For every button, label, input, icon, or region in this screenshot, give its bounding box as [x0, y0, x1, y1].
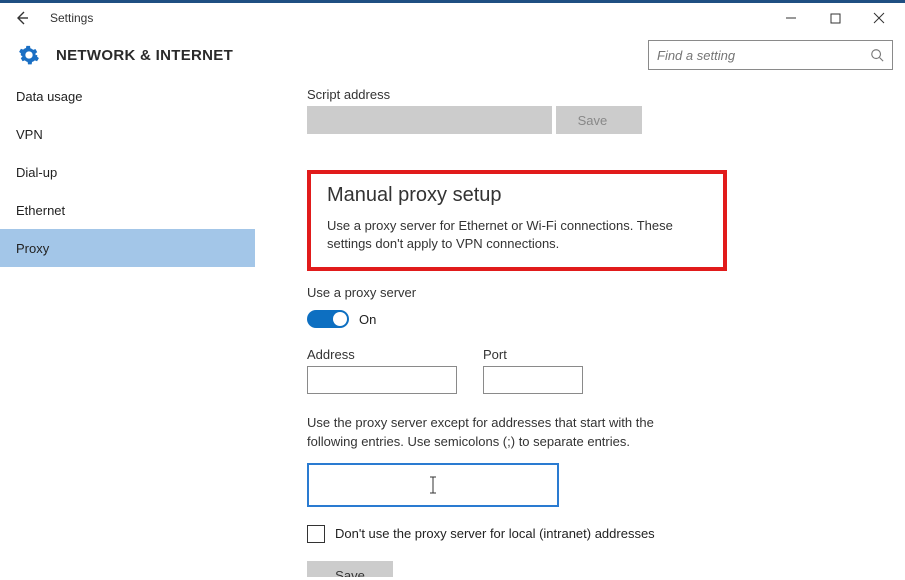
save-button[interactable]: Save — [307, 561, 393, 577]
content: Script address Save Manual proxy setup U… — [255, 77, 905, 577]
use-proxy-toggle[interactable]: On — [307, 310, 376, 328]
exceptions-description: Use the proxy server except for addresse… — [307, 414, 707, 450]
sidebar-item-vpn[interactable]: VPN — [0, 115, 255, 153]
body: Data usage VPN Dial-up Ethernet Proxy Sc… — [0, 77, 905, 577]
port-input[interactable] — [483, 366, 583, 394]
address-label: Address — [307, 347, 457, 362]
sidebar-item-label: VPN — [16, 127, 43, 142]
manual-proxy-description: Use a proxy server for Ethernet or Wi-Fi… — [327, 217, 707, 253]
sidebar-item-label: Dial-up — [16, 165, 57, 180]
maximize-icon — [830, 13, 841, 24]
search-box[interactable] — [648, 40, 893, 70]
maximize-button[interactable] — [813, 4, 857, 32]
window-title: Settings — [50, 11, 93, 25]
sidebar-item-dial-up[interactable]: Dial-up — [0, 153, 255, 191]
local-bypass-label: Don't use the proxy server for local (in… — [335, 526, 655, 541]
sidebar-item-data-usage[interactable]: Data usage — [0, 77, 255, 115]
script-address-input — [307, 106, 552, 134]
address-input[interactable] — [307, 366, 457, 394]
close-button[interactable] — [857, 4, 901, 32]
close-icon — [873, 12, 885, 24]
header: NETWORK & INTERNET — [0, 33, 905, 77]
search-icon — [870, 48, 884, 62]
toggle-on-icon — [307, 310, 349, 328]
back-button[interactable] — [8, 4, 36, 32]
use-proxy-label: Use a proxy server — [307, 285, 875, 300]
minimize-button[interactable] — [769, 4, 813, 32]
arrow-left-icon — [14, 10, 30, 26]
script-save-button: Save — [556, 106, 642, 134]
manual-proxy-highlight: Manual proxy setup Use a proxy server fo… — [307, 170, 727, 271]
exceptions-input[interactable] — [307, 463, 559, 507]
page-title: NETWORK & INTERNET — [56, 47, 233, 64]
local-bypass-checkbox[interactable] — [307, 525, 325, 543]
sidebar-item-proxy[interactable]: Proxy — [0, 229, 255, 267]
sidebar-item-label: Ethernet — [16, 203, 65, 218]
sidebar-item-label: Proxy — [16, 241, 49, 256]
manual-proxy-title: Manual proxy setup — [327, 184, 707, 207]
gear-icon — [18, 44, 40, 66]
titlebar: Settings — [0, 3, 905, 33]
sidebar-item-ethernet[interactable]: Ethernet — [0, 191, 255, 229]
port-label: Port — [483, 347, 583, 362]
sidebar: Data usage VPN Dial-up Ethernet Proxy — [0, 77, 255, 577]
script-address-label: Script address — [307, 87, 875, 102]
use-proxy-state: On — [359, 312, 376, 327]
minimize-icon — [785, 12, 797, 24]
text-cursor-icon — [428, 476, 438, 494]
search-input[interactable] — [657, 48, 870, 63]
sidebar-item-label: Data usage — [16, 89, 83, 104]
